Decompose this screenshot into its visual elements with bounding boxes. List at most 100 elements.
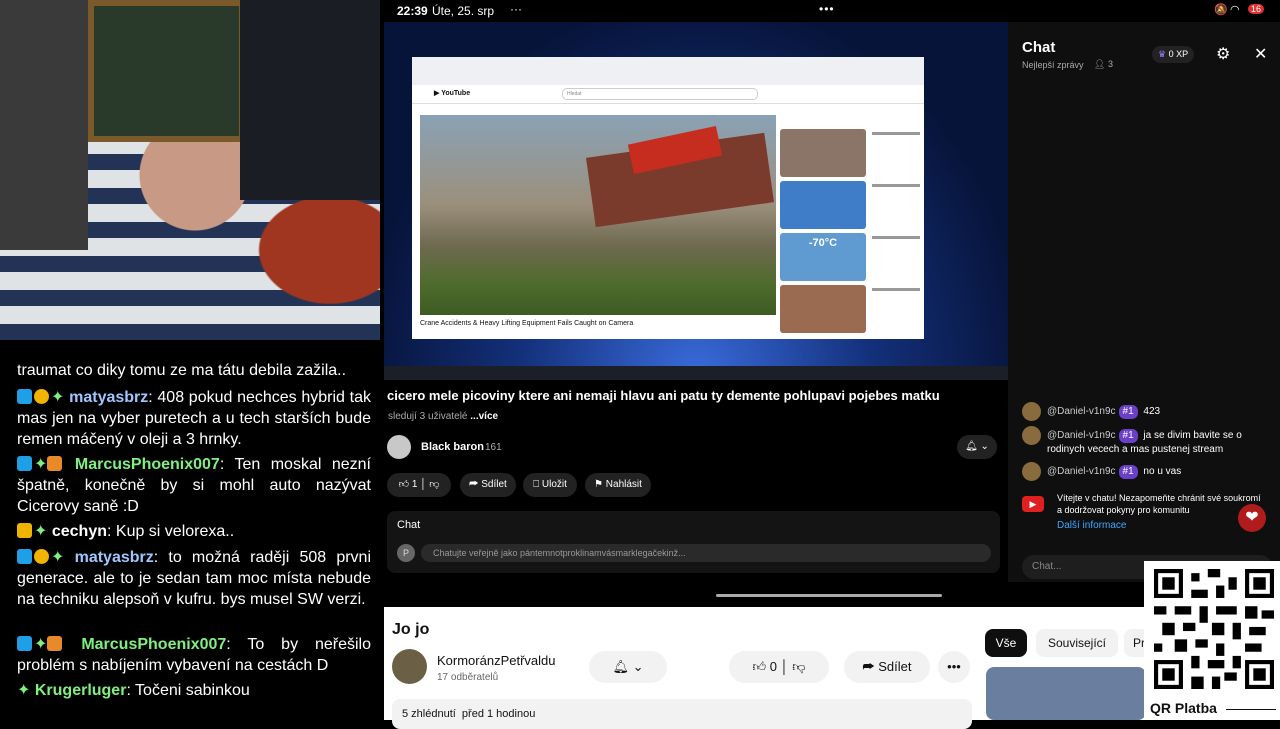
coin-badge-icon [34,389,49,404]
suggested-thumb [780,181,866,229]
report-label: Nahlásit [605,479,642,490]
share-button[interactable]: ⮫ Sdílet [844,651,930,683]
flag-icon: ⚑ [594,479,604,490]
suggested-text [872,236,920,239]
chat-username[interactable]: @Daniel-v1n9c [1047,430,1116,441]
share-button[interactable]: ⮫ Sdílet [460,473,516,497]
webcam-feed [0,0,380,340]
settings-sliders-icon[interactable]: ⚙ [1216,44,1230,64]
chat-input[interactable]: Chatujte veřejně jako pántemnotproklinam… [421,544,991,562]
crown-icon: ♛ [1158,49,1167,59]
chat-message: ✦ matyasbrz: to možná raději 508 prvni g… [17,549,372,608]
chat-username[interactable]: matyasbrz [69,389,148,406]
like-dislike-button[interactable]: 👍︎ 0 │ 👎︎ [729,651,829,683]
thumb-label: -70°C [808,237,838,249]
sparkle-icon: ✦ [17,682,31,699]
clock: 22:39 [397,4,428,18]
view-stats: 5 zhlédnutí před 1 hodinou [402,708,536,720]
people-icon: 👤︎ [1094,59,1106,69]
channel-avatar[interactable] [392,649,427,684]
user-avatar [1022,426,1041,445]
chat-message: @Daniel-v1n9c #1 423 [1022,402,1272,421]
video-player[interactable]: ▶ YouTube Hledat -70°C Crane Accidents &… [384,22,1008,380]
youtube-logo: ▶ YouTube [434,90,471,97]
date: Úte, 25. srp [432,4,495,18]
chat-message-text: 423 [1143,406,1161,417]
chat-username[interactable]: matyasbrz [75,549,154,566]
rank-badge: #1 [1118,429,1138,443]
xp-badge[interactable]: ♛ 0 XP [1152,46,1195,63]
share-icon: ⮫ [862,659,875,674]
chat-title: Chat [1022,39,1056,56]
suggested-text [872,184,920,187]
chat-username[interactable]: @Daniel-v1n9c [1047,406,1116,417]
chat-username[interactable]: MarcusPhoenix007 [81,636,226,653]
thumbs-down-icon: 👎︎ [792,659,806,674]
watching-count: sledují 3 uživatelé [388,411,468,422]
chip-related[interactable]: Související [1036,629,1118,657]
webcam-shelf [240,0,380,200]
thumbs-down-icon: │ 👎︎ [420,479,440,490]
chat-username[interactable]: @Daniel-v1n9c [1047,466,1116,477]
more-info-link[interactable]: Další informace [1057,520,1126,531]
chat-message: traumat co diky tomu ze ma tátu debila z… [17,360,371,381]
user-avatar [1022,462,1041,481]
coin-badge-icon [34,549,49,564]
subscriber-count: 17 odběratelů [437,672,499,683]
chat-message-text: no u vas [1143,466,1182,477]
channel-row: Black baron 161 🔔︎ ⌄ [387,435,999,461]
chat-message: ✦ Krugerluger: Točeni sabinkou [17,682,250,699]
description-box[interactable]: 5 zhlédnutí před 1 hodinou [392,699,972,729]
thumbs-up-icon: 👍︎ [398,479,410,490]
more-link[interactable]: ...více [470,411,498,422]
sparkle-icon: ✦ [51,389,65,406]
sparkle-icon: ✦ [34,456,48,473]
chat-username[interactable]: Krugerluger [35,682,127,699]
save-button[interactable]: ⎕ Uložit [523,473,577,497]
browser-tabs [412,57,924,85]
moderator-badge-icon [17,456,32,471]
gesture-bar[interactable] [716,594,942,597]
share-label: Sdílet [878,659,912,674]
qr-label: QR Platba [1150,700,1217,716]
xp-value: 0 XP [1168,49,1189,59]
qr-code-icon [1154,569,1274,689]
chat-mode[interactable]: Nejlepší zprávy [1022,60,1084,70]
rank-badge: #1 [1118,405,1138,419]
multitask-dots-icon[interactable]: ••• [819,2,835,16]
channel-name[interactable]: KormoránzPetřvaldu [437,653,556,668]
battery-icon: 16 [1248,4,1265,14]
moderator-badge-icon [17,549,32,564]
subscriber-count: 161 [485,442,502,453]
like-dislike-button[interactable]: 👍︎ 1 │ 👎︎ [387,473,451,497]
video-title: Jo jo [392,621,430,638]
channel-avatar[interactable] [387,435,411,459]
report-button[interactable]: ⚑ Nahlásit [585,473,651,497]
embedded-video-frame [420,115,776,315]
notification-bell-button[interactable]: 🔔︎ ⌄ [957,435,997,459]
bell-icon: 🔔︎ [612,659,629,674]
channel-name[interactable]: Black baron [421,441,484,453]
notification-bell-button[interactable]: 🔔︎ ⌄ [589,651,667,683]
more-options-button[interactable]: ••• [938,651,970,683]
close-icon[interactable]: ✕ [1254,44,1267,64]
video-chat-box: Chat P Chatujte veřejně jako pántemnotpr… [387,511,1000,573]
chip-all[interactable]: Vše [985,629,1027,657]
more-horizontal-icon: ••• [947,659,961,674]
chat-username[interactable]: cechyn [52,523,107,540]
webcam-painting [88,0,245,142]
embedded-video-title: Crane Accidents & Heavy Lifting Equipmen… [420,320,634,327]
rank-badge: #1 [1118,465,1138,479]
suggested-video-thumb[interactable] [986,667,1146,720]
shared-screen-browser: ▶ YouTube Hledat -70°C Crane Accidents &… [412,57,924,339]
suggested-thumb [780,285,866,333]
chat-heading: Chat [397,519,421,531]
user-avatar [1022,402,1041,421]
share-label: Sdílet [481,479,507,490]
welcome-message: Vítejte v chatu! Nezapomeňte chránit své… [1057,493,1261,515]
more-icon: ··· [510,2,522,16]
crown-badge-icon [17,523,32,538]
chat-username[interactable]: MarcusPhoenix007 [75,456,220,473]
like-count: 0 [769,659,777,674]
heart-reaction-icon[interactable]: ❤ [1238,504,1266,532]
